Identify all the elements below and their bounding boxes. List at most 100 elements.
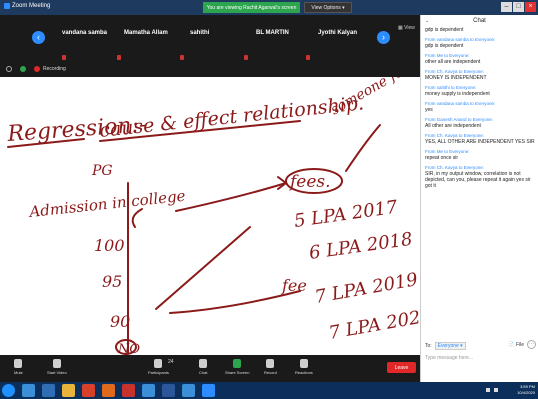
firefox-icon[interactable] [102,384,115,397]
windows-taskbar: 3:59 PM 10/4/2020 [0,382,538,399]
participants-count: 24 [168,359,174,365]
mute-button[interactable]: Mute [14,359,23,375]
participant-name: Jyothi Kalyan [318,30,358,36]
chat-panel: ⌄ Chat gdp is dependent From vandana sam… [420,15,538,382]
chat-messages[interactable]: gdp is dependent From vandana samba to E… [425,27,537,337]
chat-message: From Me to Everyone: other all are indepe… [425,53,537,65]
participant-name: sahithi [190,30,210,36]
zoom-app-icon[interactable] [142,384,155,397]
volume-icon[interactable] [494,388,498,392]
reactions-button[interactable]: Reactions [295,359,313,375]
system-clock[interactable]: 3:59 PM 10/4/2020 [517,384,535,396]
chat-message: From Ch. Kavya to Everyone: SIR, in my ou… [425,165,537,189]
chat-message: From vandana samba to Everyone: gdp is de… [425,37,537,49]
chat-sender: From Ch. Kavya to Everyone: [425,165,485,170]
chat-title: Chat [473,18,486,24]
recording-dot-icon [34,66,40,72]
chrome-icon[interactable] [82,384,95,397]
diagonal-stroke [155,226,251,310]
app-icon[interactable] [182,384,195,397]
recording-label: Recording [43,66,66,72]
participants-icon [154,359,163,368]
zoom-meeting-icon[interactable] [202,384,215,397]
next-page-icon[interactable]: › [377,31,390,44]
participant-name: vandana samba [62,30,108,36]
file-button[interactable]: 📄 File [508,342,524,348]
participant-name: BL MARTIN [256,30,289,36]
start-video-button[interactable]: Start Video [47,359,67,375]
chat-recipient: To: Everyone ▾ [425,342,466,350]
chat-sender: From Ch. Kavya to Everyone: [425,133,485,138]
chat-message: From Ganesh Anand to Everyone: All other … [425,117,537,129]
wb-text: PG [91,163,113,179]
reactions-icon [299,359,308,368]
window-controls: – □ × [501,2,536,12]
arrow-stroke [345,124,381,172]
arrow-stroke [169,290,301,314]
chat-message: From Ch. Kavya to Everyone: YES, ALL OTHE… [425,133,537,145]
arrow-stroke [175,182,287,212]
chat-sender: From vandana samba to Everyone: [425,101,496,106]
chat-message: From Me to Everyone: repeat once sir [425,149,537,161]
video-strip: ‹ vandana samba Mamatha Allam sahithi BL… [0,15,420,62]
muted-mic-icon [62,55,66,60]
word-icon[interactable] [162,384,175,397]
security-shield-icon[interactable] [20,66,26,72]
close-icon[interactable]: × [525,2,536,12]
wb-text: 6 LPA 2018 [308,229,414,264]
maximize-icon[interactable]: □ [513,2,524,12]
chevron-down-icon[interactable]: ⌄ [425,15,429,27]
more-options-icon[interactable]: ⋯ [527,340,536,349]
start-button-icon[interactable] [2,384,15,397]
chat-message: gdp is dependent [425,27,464,33]
wb-text: 7 LPA 2020 [327,305,420,344]
participant-name: Mamatha Allam [124,30,168,36]
chat-sender: From vandana samba to Everyone: [425,37,496,42]
chat-sender: From Ch. Kavya to Everyone: [425,69,485,74]
viewing-screen-banner: You are viewing Rachit Agarwal's screen [203,2,300,13]
chat-sender: From Me to Everyone: [425,53,470,58]
window-titlebar: Zoom Meeting You are viewing Rachit Agar… [0,0,538,15]
prev-page-icon[interactable]: ‹ [32,31,45,44]
chat-message: From sahithi to Everyone: money supply is… [425,85,537,97]
video-camera-icon [52,359,61,368]
recipient-select[interactable]: Everyone ▾ [434,342,466,350]
record-button[interactable]: Record [264,359,277,375]
wb-text: 5 LPA 2017 [293,197,400,232]
chat-button[interactable]: Chat [199,359,207,375]
ie-browser-icon[interactable] [22,384,35,397]
wb-text: Admission in college [27,187,187,222]
info-icon[interactable] [6,66,12,72]
shared-screen-whiteboard: Regression:- cause & effect relationship… [0,60,434,357]
arrow-head [277,176,288,190]
wb-text: 100 [94,236,125,255]
meeting-toolbar: Mute Start Video Participants 24 Chat Sh… [0,355,420,382]
media-player-icon[interactable] [42,384,55,397]
share-screen-button[interactable]: Share Screen [225,359,249,375]
window-title-text: Zoom Meeting [12,3,51,9]
view-button[interactable]: ▦ View [398,25,415,31]
record-icon [266,359,275,368]
chat-icon [199,359,208,368]
chat-sender: From Ganesh Anand to Everyone: [425,117,494,122]
chat-message: From vandana samba to Everyone: yes [425,101,537,113]
whiteboard-canvas: Regression:- cause & effect relationship… [6,60,434,357]
leave-meeting-button[interactable]: Leave [387,362,416,373]
share-screen-icon [233,359,242,368]
minimize-icon[interactable]: – [501,2,512,12]
participants-button[interactable]: Participants [148,359,169,375]
chat-message-input[interactable]: Type message here... [425,355,473,361]
muted-mic-icon [244,55,248,60]
window-title: Zoom Meeting [4,3,50,9]
powerpoint-icon[interactable] [122,384,135,397]
chat-sender: From sahithi to Everyone: [425,85,477,90]
microphone-icon [14,359,23,368]
folder-icon[interactable] [62,384,75,397]
wb-text: 95 [102,272,122,291]
pen-stroke [131,208,143,228]
recording-bar: Recording [0,62,420,76]
wb-text: someone fee [328,77,413,118]
zoom-logo-icon [4,3,10,9]
network-icon[interactable] [486,388,490,392]
view-options-button[interactable]: View Options ▾ [304,2,352,13]
